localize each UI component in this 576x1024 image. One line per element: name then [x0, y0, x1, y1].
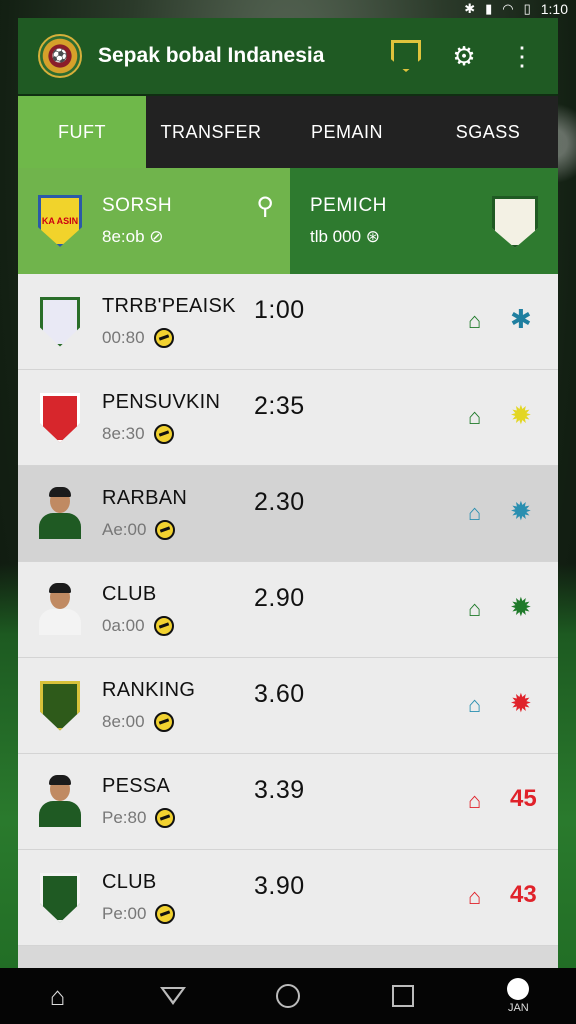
more-vert-icon[interactable]: ⋮ [504, 38, 540, 74]
coin-icon [155, 520, 176, 540]
recents-icon[interactable] [373, 971, 433, 1021]
club-crest-icon [38, 294, 82, 350]
row-value: 2.90 [254, 584, 305, 612]
badge-icon[interactable]: ✹ [510, 592, 532, 623]
bluetooth-icon: ✱ [464, 1, 476, 16]
home-icon[interactable]: ⌂ [28, 971, 88, 1021]
stadium-icon[interactable]: ⌂ [468, 884, 481, 910]
row-value: 2.30 [254, 488, 305, 516]
banner-left-card[interactable]: KA ASIN SORSH 8e:ob ⊘ ⚲ [18, 168, 290, 274]
tab-transfer[interactable]: TRANSFER [146, 96, 276, 168]
row-value: 3.39 [254, 776, 305, 804]
app-title: Sepak bobal Indanesia [98, 44, 325, 67]
badge-icon[interactable]: ✹ [510, 688, 532, 719]
tab-sgass[interactable]: SGASS [418, 96, 558, 168]
battery-icon: ▯ [523, 1, 531, 16]
coin-icon [153, 616, 174, 636]
back-icon[interactable] [143, 971, 203, 1021]
coin-icon [153, 328, 174, 348]
status-time: 1:10 [540, 1, 568, 17]
banner: KA ASIN SORSH 8e:ob ⊘ ⚲ PEMICH tlb 000 ⊛ [18, 168, 558, 274]
row-value: 2:35 [254, 392, 305, 420]
list-item[interactable]: PENSUVKIN 8e:30 2:35 ⌂ ✹ [18, 370, 558, 466]
list-item[interactable]: CLUB 0a:00 2.90 ⌂ ✹ [18, 562, 558, 658]
badge-icon[interactable]: ✹ [510, 496, 532, 527]
row-name: PENSUVKIN [102, 391, 221, 413]
banner-left-title: SORSH [102, 195, 173, 216]
row-time: Pe:00 [102, 904, 252, 924]
club-crest-icon [38, 390, 82, 446]
row-count[interactable]: 43 [510, 881, 537, 909]
row-count[interactable]: 45 [510, 785, 537, 813]
banner-crest-icon: KA ASIN [38, 195, 82, 247]
stadium-icon[interactable]: ⌂ [468, 404, 481, 430]
row-name: CLUB [102, 871, 157, 893]
row-name: CLUB [102, 583, 157, 605]
row-time: 0a:00 [102, 616, 252, 636]
list-item[interactable]: RARBAN Ae:00 2.30 ⌂ ✹ [18, 466, 558, 562]
shield-badge-icon[interactable] [388, 38, 424, 74]
coin-icon [153, 424, 174, 444]
coin-icon [155, 808, 176, 828]
stadium-icon[interactable]: ⌂ [468, 596, 481, 622]
row-name: PESSA [102, 775, 171, 797]
profile-icon[interactable]: JAN [488, 971, 548, 1021]
banner-right-title: PEMICH [310, 195, 387, 216]
tab-pemain[interactable]: PEMAIN [276, 96, 418, 168]
signal-icon: ▮ [485, 1, 493, 16]
tab-bar: FUFT TRANSFER PEMAIN SGASS [18, 96, 558, 168]
list-item[interactable]: PESSA Pe:80 3.39 ⌂ 45 [18, 754, 558, 850]
row-time: Pe:80 [102, 808, 252, 828]
club-crest-icon [38, 678, 82, 734]
player-avatar [38, 774, 82, 830]
coin-icon [155, 904, 176, 924]
stadium-icon[interactable]: ⌂ [468, 308, 481, 334]
banner-right-card[interactable]: PEMICH tlb 000 ⊛ [290, 168, 558, 274]
list-item[interactable]: RANKING 8e:00 3.60 ⌂ ✹ [18, 658, 558, 754]
badge-icon[interactable]: ✱ [510, 304, 532, 335]
player-avatar [38, 486, 82, 542]
badge-icon[interactable]: ✹ [510, 400, 532, 431]
row-time: 8e:30 [102, 424, 252, 444]
app-header: ⚽ Sepak bobal Indanesia ⚙ ⋮ [18, 18, 558, 96]
row-name: RARBAN [102, 487, 188, 509]
row-value: 3.60 [254, 680, 305, 708]
stadium-icon[interactable]: ⌂ [468, 500, 481, 526]
row-value: 1:00 [254, 296, 305, 324]
row-value: 3.90 [254, 872, 305, 900]
status-bar: ✱ ▮ ◠ ▯ 1:10 [0, 0, 576, 18]
player-avatar [38, 582, 82, 638]
coin-icon [153, 712, 174, 732]
home-circle-icon[interactable] [258, 971, 318, 1021]
stadium-icon[interactable]: ⌂ [468, 692, 481, 718]
wifi-icon: ◠ [502, 1, 514, 16]
banner-right-subtitle: tlb 000 ⊛ [310, 227, 381, 246]
banner-right-crest-icon [492, 196, 538, 248]
row-name: TRRB'PEAISK [102, 295, 236, 317]
list-item[interactable]: TRRB'PEAISK 00:80 1:00 ⌂ ✱ [18, 274, 558, 370]
ball-icon: ⊘ [149, 227, 164, 246]
row-name: RANKING [102, 679, 196, 701]
row-time: 00:80 [102, 328, 252, 348]
row-time: 8e:00 [102, 712, 252, 732]
gear-icon[interactable]: ⚙ [446, 38, 482, 74]
row-time: Ae:00 [102, 520, 252, 540]
list-item[interactable]: CLUB Pe:00 3.90 ⌂ 43 [18, 850, 558, 946]
search-icon[interactable]: ⚲ [256, 192, 274, 221]
list-item-partial[interactable] [18, 946, 558, 968]
match-list: TRRB'PEAISK 00:80 1:00 ⌂ ✱ PENSUVKIN 8e:… [18, 274, 558, 968]
app-window: ⚽ Sepak bobal Indanesia ⚙ ⋮ FUFT TRANSFE… [18, 18, 558, 968]
club-logo-icon: ⚽ [38, 34, 82, 78]
club-crest-icon [38, 870, 82, 926]
banner-left-subtitle: 8e:ob ⊘ [102, 227, 164, 246]
stadium-icon[interactable]: ⌂ [468, 788, 481, 814]
tab-fuft[interactable]: FUFT [18, 96, 146, 168]
ball-icon: ⊛ [365, 227, 381, 246]
system-navbar: ⌂ JAN [0, 968, 576, 1024]
